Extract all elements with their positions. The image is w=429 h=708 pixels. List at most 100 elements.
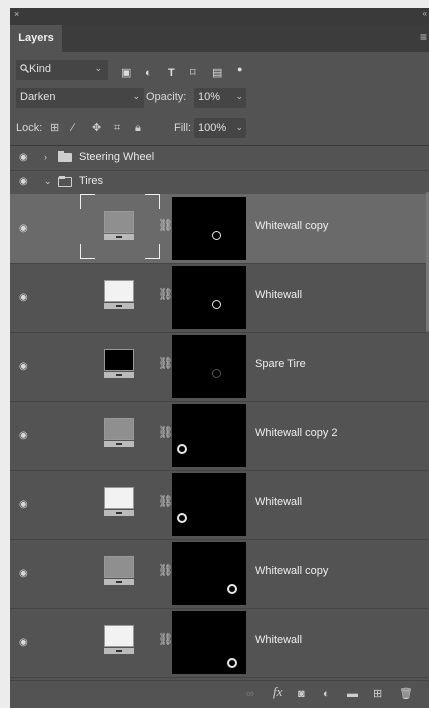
layer-row[interactable]: ◉ ⛓︎ Whitewall copy xyxy=(10,194,429,264)
blend-mode-select[interactable]: Darken ⌄ xyxy=(16,88,144,108)
circle-mark xyxy=(227,584,237,594)
layer-thumbnail[interactable] xyxy=(104,349,134,379)
eye-icon[interactable]: ◉ xyxy=(19,153,28,163)
panel-menu-icon[interactable]: ≡ xyxy=(420,31,427,43)
type-icon[interactable]: T xyxy=(168,67,175,79)
close-icon[interactable]: × xyxy=(14,9,19,19)
layer-thumbnail[interactable] xyxy=(104,418,134,448)
layer-thumbnail[interactable] xyxy=(104,487,134,517)
layer-row[interactable]: ◉ ⛓︎ Whitewall xyxy=(10,608,429,678)
layer-row[interactable]: ◉ ⛓︎ Whitewall xyxy=(10,470,429,540)
selection-corner xyxy=(80,244,95,259)
fx-icon[interactable]: fx xyxy=(273,685,282,698)
group-row-steering-wheel[interactable]: ◉ › Steering Wheel xyxy=(10,146,429,171)
filter-toggle-icon[interactable]: ● xyxy=(237,63,242,75)
lock-position-icon[interactable]: ✥ xyxy=(92,122,101,134)
chevron-down-icon: ⌄ xyxy=(235,91,243,101)
layer-mask-thumbnail[interactable] xyxy=(172,542,246,605)
chevron-down-icon: ⌄ xyxy=(132,91,140,101)
collapse-icon[interactable]: « xyxy=(423,9,427,19)
group-row-tires[interactable]: ◉ ⌄ Tires xyxy=(10,170,429,195)
shape-icon[interactable]: ⌑ xyxy=(190,67,196,79)
link-icon[interactable]: ⛓︎ xyxy=(158,357,173,369)
eye-icon[interactable]: ◉ xyxy=(19,224,28,234)
opacity-field[interactable]: 10% ⌄ xyxy=(194,88,246,108)
layers-footer: ∞ fx ◙ ◐ ▬ ⊞ 🗑︎ xyxy=(10,680,429,708)
lock-all-icon[interactable]: 🔒︎ xyxy=(135,122,141,134)
link-icon[interactable]: ⛓︎ xyxy=(158,633,173,645)
circle-mark xyxy=(212,231,221,240)
eye-icon[interactable]: ◉ xyxy=(19,362,28,372)
smart-object-icon[interactable]: ▤ xyxy=(212,67,222,79)
folder-icon xyxy=(58,151,72,162)
layer-row[interactable]: ◉ ⛓︎ Whitewall copy xyxy=(10,539,429,609)
chevron-down-icon[interactable]: ⌄ xyxy=(44,176,52,186)
layer-mask-thumbnail[interactable] xyxy=(172,335,246,398)
chevron-down-icon: ⌄ xyxy=(94,63,102,73)
link-icon[interactable]: ⛓︎ xyxy=(158,288,173,300)
blend-row: Darken ⌄ Opacity: 10% ⌄ xyxy=(10,86,429,112)
lock-artboard-icon[interactable]: ⌗ xyxy=(114,122,120,134)
tab-layers[interactable]: Layers xyxy=(10,25,62,52)
layer-name[interactable]: Whitewall copy xyxy=(255,220,328,232)
lock-row: Lock: ⊞ ∕ ✥ ⌗ 🔒︎ Fill: 100% ⌄ xyxy=(10,112,429,144)
new-group-icon[interactable]: ▬ xyxy=(347,688,358,700)
layer-mask-thumbnail[interactable] xyxy=(172,197,246,260)
chevron-down-icon: ⌄ xyxy=(235,122,243,132)
layer-name[interactable]: Whitewall copy 2 xyxy=(255,427,338,439)
panel-title-strip: × « xyxy=(10,8,429,25)
layer-mask-thumbnail[interactable] xyxy=(172,611,246,674)
adjustment-icon[interactable]: ◐ xyxy=(145,67,152,79)
trash-icon[interactable]: 🗑︎ xyxy=(399,688,413,700)
layer-name[interactable]: Whitewall xyxy=(255,289,302,301)
link-layers-icon[interactable]: ∞ xyxy=(246,688,254,700)
chevron-right-icon[interactable]: › xyxy=(44,152,47,162)
image-icon[interactable]: ▣ xyxy=(121,67,131,79)
layer-thumbnail[interactable] xyxy=(104,280,134,310)
layer-mask-thumbnail[interactable] xyxy=(172,404,246,467)
new-layer-icon[interactable]: ⊞ xyxy=(373,688,382,700)
circle-mark xyxy=(177,444,187,454)
eye-icon[interactable]: ◉ xyxy=(19,569,28,579)
link-icon[interactable]: ⛓︎ xyxy=(158,495,173,507)
layer-row[interactable]: ◉ ⛓︎ Whitewall copy 2 xyxy=(10,401,429,471)
layer-mask-thumbnail[interactable] xyxy=(172,266,246,329)
blend-mode-value: Darken xyxy=(20,91,56,103)
layer-thumbnail[interactable] xyxy=(104,211,134,241)
eye-icon[interactable]: ◉ xyxy=(19,293,28,303)
layer-thumbnail[interactable] xyxy=(104,556,134,586)
fill-label: Fill: xyxy=(174,122,192,134)
layer-name[interactable]: Whitewall xyxy=(255,496,302,508)
lock-transparent-icon[interactable]: ⊞ xyxy=(50,122,59,134)
layer-mask-thumbnail[interactable] xyxy=(172,473,246,536)
circle-mark xyxy=(212,300,221,309)
eye-icon[interactable]: ◉ xyxy=(19,500,28,510)
selection-corner xyxy=(80,194,95,209)
filter-kind-select[interactable]: Kind ⌄ xyxy=(16,60,108,80)
layers-panel: × « Layers ≡ Kind ⌄ ▣ ◐ T ⌑ ▤ ● Darken ⌄… xyxy=(10,8,429,708)
selection-corner xyxy=(145,194,160,209)
layer-row[interactable]: ◉ ⛓︎ Spare Tire xyxy=(10,332,429,402)
add-mask-icon[interactable]: ◙ xyxy=(298,688,305,700)
lock-image-icon[interactable]: ∕ xyxy=(72,122,74,134)
adjustment-layer-icon[interactable]: ◐ xyxy=(323,688,330,700)
layer-name[interactable]: Whitewall copy xyxy=(255,565,328,577)
eye-icon[interactable]: ◉ xyxy=(19,431,28,441)
layer-row[interactable]: ◉ ⛓︎ Whitewall xyxy=(10,263,429,333)
filter-kind-label: Kind xyxy=(29,63,52,75)
link-icon[interactable]: ⛓︎ xyxy=(158,219,173,231)
fill-value: 100% xyxy=(198,122,227,134)
layer-name[interactable]: Spare Tire xyxy=(255,358,306,370)
layer-name[interactable]: Whitewall xyxy=(255,634,302,646)
layer-thumbnail[interactable] xyxy=(104,625,134,655)
fill-field[interactable]: 100% ⌄ xyxy=(194,118,246,138)
link-icon[interactable]: ⛓︎ xyxy=(158,564,173,576)
opacity-value: 10% xyxy=(198,91,221,103)
folder-open-icon xyxy=(58,176,72,187)
eye-icon[interactable]: ◉ xyxy=(19,638,28,648)
link-icon[interactable]: ⛓︎ xyxy=(158,426,173,438)
lock-label: Lock: xyxy=(16,122,43,134)
group-name: Tires xyxy=(79,175,104,187)
eye-icon[interactable]: ◉ xyxy=(19,177,28,187)
filter-row: Kind ⌄ ▣ ◐ T ⌑ ▤ ● xyxy=(10,52,429,86)
